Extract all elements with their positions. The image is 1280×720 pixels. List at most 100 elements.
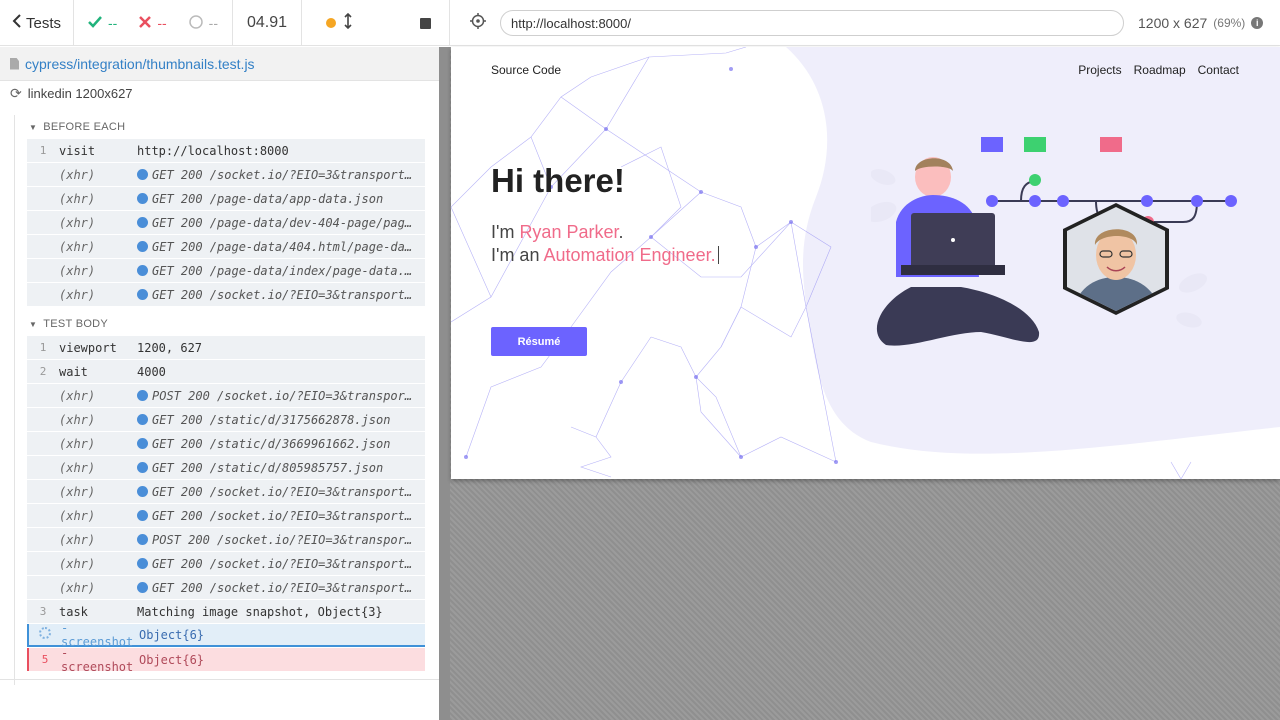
xhr-status-dot-icon bbox=[137, 240, 148, 252]
x-icon bbox=[139, 15, 152, 31]
nav-link-projects[interactable]: Projects bbox=[1078, 63, 1121, 77]
command-message: GET 200 /page-data/index/page-data.json bbox=[137, 264, 425, 278]
stop-icon[interactable] bbox=[420, 17, 431, 29]
test-title[interactable]: ⟳ linkedin 1200x627 bbox=[0, 81, 439, 105]
nav-link-roadmap[interactable]: Roadmap bbox=[1134, 63, 1186, 77]
command-number: 3 bbox=[39, 605, 47, 618]
site-brand-link[interactable]: Source Code bbox=[491, 63, 561, 77]
selector-playground-icon[interactable] bbox=[470, 12, 486, 34]
xhr-status-dot-icon bbox=[137, 581, 148, 593]
failed-value: -- bbox=[157, 15, 167, 31]
xhr-command-row[interactable]: (xhr) GET 200 /static/d/3669961662.json bbox=[27, 432, 425, 455]
command-name: task bbox=[59, 604, 88, 619]
xhr-command-row[interactable]: (xhr) GET 200 /static/d/3175662878.json bbox=[27, 408, 425, 431]
xhr-command-row[interactable]: (xhr) GET 200 /socket.io/?EIO=3&transport… bbox=[27, 504, 425, 527]
command-message: POST 200 /socket.io/?EIO=3&transport=pol… bbox=[137, 533, 425, 547]
top-bar: Tests -- -- -- 04.91 http://localhost:80… bbox=[0, 0, 1280, 46]
xhr-status-dot-icon bbox=[137, 509, 148, 521]
command-message-text: POST 200 /socket.io/?EIO=3&transport=pol… bbox=[152, 532, 425, 547]
auto-scroll-toggle[interactable] bbox=[326, 12, 352, 33]
command-name: (xhr) bbox=[59, 191, 96, 206]
xhr-status-dot-icon bbox=[137, 533, 148, 545]
command-name: (xhr) bbox=[59, 263, 96, 278]
viewport-scale: (69%) bbox=[1213, 16, 1246, 30]
command-row[interactable]: 2 wait 4000 bbox=[27, 360, 425, 383]
command-name: (xhr) bbox=[59, 508, 96, 523]
hero-im-an-text: I'm an bbox=[491, 245, 544, 265]
pending-count[interactable]: -- bbox=[188, 14, 218, 32]
command-message: GET 200 /socket.io/?EIO=3&transport=poll… bbox=[137, 168, 425, 182]
resume-button[interactable]: Résumé bbox=[491, 327, 587, 356]
passed-value: -- bbox=[108, 15, 118, 31]
site-navbar: Source Code Projects Roadmap Contact bbox=[491, 63, 1239, 77]
command-message-text: GET 200 /socket.io/?EIO=3&transport=poll… bbox=[152, 580, 425, 595]
xhr-status-dot-icon bbox=[137, 485, 148, 497]
url-bar[interactable]: http://localhost:8000/ bbox=[500, 10, 1124, 36]
command-message: GET 200 /socket.io/?EIO=3&transport=poll… bbox=[137, 581, 425, 595]
xhr-command-row[interactable]: (xhr) GET 200 /socket.io/?EIO=3&transport… bbox=[27, 576, 425, 599]
command-number: 2 bbox=[39, 365, 47, 378]
xhr-command-row[interactable]: (xhr) GET 200 /socket.io/?EIO=3&transport… bbox=[27, 552, 425, 575]
running-indicator-icon bbox=[326, 18, 337, 28]
spec-file-path[interactable]: cypress/integration/thumbnails.test.js bbox=[0, 47, 439, 81]
info-icon[interactable]: i bbox=[1251, 17, 1264, 29]
hero-role: Automation Engineer. bbox=[543, 245, 716, 265]
xhr-status-dot-icon bbox=[137, 413, 148, 425]
passed-count[interactable]: -- bbox=[88, 15, 117, 31]
nav-link-contact[interactable]: Contact bbox=[1198, 63, 1239, 77]
command-message: POST 200 /socket.io/?EIO=3&transport=pol… bbox=[137, 389, 425, 403]
command-message: GET 200 /page-data/app-data.json bbox=[137, 192, 425, 206]
command-message: GET 200 /socket.io/?EIO=3&transport=poll… bbox=[137, 557, 425, 571]
app-under-test-iframe[interactable]: Source Code Projects Roadmap Contact Hi … bbox=[451, 47, 1280, 479]
refresh-icon: ⟳ bbox=[10, 84, 22, 101]
failed-count[interactable]: -- bbox=[139, 15, 167, 31]
hooks: ▼ BEFORE EACH 1 visit http://localhost:800… bbox=[14, 115, 425, 685]
xhr-command-row[interactable]: (xhr) GET 200 /page-data/404.html/page-da… bbox=[27, 235, 425, 258]
command-message: GET 200 /static/d/805985757.json bbox=[137, 461, 425, 475]
before-each-hook-title[interactable]: ▼ BEFORE EACH bbox=[15, 115, 425, 139]
command-message: GET 200 /socket.io/?EIO=3&transport=poll… bbox=[137, 509, 425, 523]
url-text: http://localhost:8000/ bbox=[511, 15, 631, 31]
command-message-text: GET 200 /static/d/3175662878.json bbox=[152, 412, 391, 427]
test-body-commands: 1 viewport 1200, 627 2 wait 4000 (xhr) POST 200… bbox=[15, 336, 425, 623]
command-name: (xhr) bbox=[59, 239, 96, 254]
viewport-info[interactable]: 1200 x 627 (69%) i bbox=[1138, 15, 1264, 31]
test-body-hook-title[interactable]: ▼ TEST BODY bbox=[15, 312, 425, 336]
xhr-command-row[interactable]: (xhr) POST 200 /socket.io/?EIO=3&transpor… bbox=[27, 528, 425, 551]
panel-resizer[interactable] bbox=[439, 47, 450, 720]
xhr-command-row[interactable]: (xhr) GET 200 /page-data/dev-404-page/pag… bbox=[27, 211, 425, 234]
command-message: GET 200 /static/d/3669961662.json bbox=[137, 437, 425, 451]
command-row[interactable]: 1 visit http://localhost:8000 bbox=[27, 139, 425, 162]
command-message-text: GET 200 /socket.io/?EIO=3&transport=poll… bbox=[152, 556, 425, 571]
tests-label: Tests bbox=[26, 14, 62, 32]
screenshot-command-pending[interactable]: -screenshot Object{6} bbox=[27, 621, 425, 649]
command-number: 1 bbox=[39, 341, 47, 354]
command-message-text: GET 200 /socket.io/?EIO=3&transport=poll… bbox=[152, 167, 425, 182]
hero-greeting: Hi there! bbox=[491, 162, 625, 199]
command-message: GET 200 /page-data/404.html/page-data.js… bbox=[137, 240, 425, 254]
reporter-header: Tests -- -- -- 04.91 bbox=[0, 0, 450, 46]
command-log: cypress/integration/thumbnails.test.js ⟳… bbox=[0, 47, 439, 720]
chevron-left-icon bbox=[12, 14, 22, 32]
before-each-commands: 1 visit http://localhost:8000 (xhr) GET 200 … bbox=[15, 139, 425, 306]
xhr-command-row[interactable]: (xhr) GET 200 /static/d/805985757.json bbox=[27, 456, 425, 479]
typing-cursor bbox=[717, 246, 719, 264]
tests-button[interactable]: Tests bbox=[0, 0, 75, 46]
xhr-status-dot-icon bbox=[137, 264, 148, 276]
xhr-command-row[interactable]: (xhr) GET 200 /socket.io/?EIO=3&transport… bbox=[27, 480, 425, 503]
command-message-text: GET 200 /page-data/dev-404-page/page-dat… bbox=[152, 215, 425, 230]
command-name: (xhr) bbox=[59, 287, 96, 302]
command-row[interactable]: 1 viewport 1200, 627 bbox=[27, 336, 425, 359]
command-number: 1 bbox=[39, 144, 47, 157]
run-controls bbox=[302, 0, 449, 46]
xhr-command-row[interactable]: (xhr) GET 200 /socket.io/?EIO=3&transport… bbox=[27, 163, 425, 186]
screenshot-command-failed[interactable]: 5 -screenshot Object{6} bbox=[27, 646, 425, 674]
command-message-text: GET 200 /page-data/index/page-data.json bbox=[152, 263, 425, 278]
command-name: visit bbox=[59, 143, 96, 158]
hero-name-line: I'm Ryan Parker. bbox=[491, 222, 624, 243]
xhr-command-row[interactable]: (xhr) POST 200 /socket.io/?EIO=3&transpor… bbox=[27, 384, 425, 407]
xhr-command-row[interactable]: (xhr) GET 200 /page-data/index/page-data.… bbox=[27, 259, 425, 282]
command-message: Matching image snapshot, Object{3} bbox=[137, 604, 383, 619]
xhr-command-row[interactable]: (xhr) GET 200 /socket.io/?EIO=3&transport… bbox=[27, 283, 425, 306]
xhr-command-row[interactable]: (xhr) GET 200 /page-data/app-data.json bbox=[27, 187, 425, 210]
